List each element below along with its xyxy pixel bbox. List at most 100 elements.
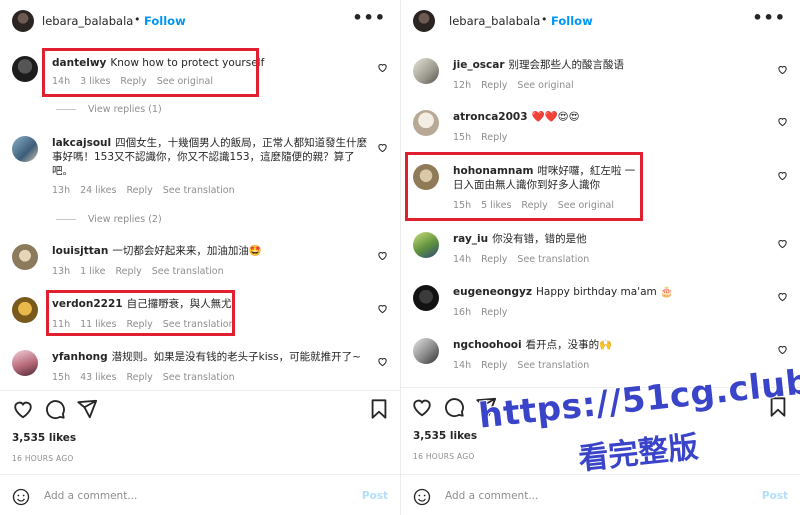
heart-icon[interactable] <box>777 291 788 302</box>
see-translation-link[interactable]: See translation <box>163 185 235 196</box>
comment-text: 看开点，没事的🙌 <box>525 339 613 351</box>
reply-button[interactable]: Reply <box>126 185 152 196</box>
commenter-avatar[interactable] <box>12 244 38 270</box>
reply-button[interactable]: Reply <box>481 254 507 265</box>
add-comment-row: Add a comment... Post <box>0 482 400 512</box>
add-comment-input[interactable]: Add a comment... <box>44 490 137 502</box>
separator-dot: • <box>541 13 548 26</box>
commenter-avatar[interactable] <box>413 338 439 364</box>
reply-button[interactable]: Reply <box>126 372 152 383</box>
heart-icon[interactable] <box>377 142 388 153</box>
view-replies-link[interactable]: View replies (2) <box>56 214 162 225</box>
comment-meta: 14h Reply See translation <box>453 360 599 371</box>
reply-button[interactable]: Reply <box>481 80 507 91</box>
see-translation-link[interactable]: See translation <box>163 372 235 383</box>
likes-count[interactable]: 3,535 likes <box>413 430 477 442</box>
follow-button[interactable]: Follow <box>144 14 186 28</box>
heart-icon[interactable] <box>777 170 788 181</box>
comment-body: jie_oscar 别理会那些人的酸言酸语 <box>453 58 770 72</box>
author-username[interactable]: lebara_balabala <box>42 14 133 28</box>
commenter-username[interactable]: lakcajsoul <box>52 137 111 149</box>
heart-icon[interactable] <box>377 303 388 314</box>
view-replies-link[interactable]: View replies (1) <box>56 104 162 115</box>
comment-body: yfanhong 潜规则。如果是没有钱的老头子kiss，可能就推开了~ <box>52 350 370 364</box>
commenter-avatar[interactable] <box>413 58 439 84</box>
heart-icon[interactable] <box>777 64 788 75</box>
commenter-avatar[interactable] <box>12 297 38 323</box>
reply-button[interactable]: Reply <box>481 360 507 371</box>
comment-text: 一切都会好起来来，加油加油🤩 <box>112 245 262 257</box>
comment-text: ❤️❤️😍😍 <box>531 111 580 123</box>
heart-icon[interactable] <box>377 250 388 261</box>
comment-meta: 15h Reply <box>453 132 517 143</box>
heart-icon[interactable] <box>377 62 388 73</box>
like-heart-icon[interactable] <box>411 396 433 418</box>
heart-icon[interactable] <box>777 116 788 127</box>
add-comment-input[interactable]: Add a comment... <box>445 490 538 502</box>
commenter-avatar[interactable] <box>12 136 38 162</box>
commenter-username[interactable]: atronca2003 <box>453 111 528 123</box>
add-comment-row: Add a comment... Post <box>401 482 800 512</box>
emoji-icon[interactable] <box>12 488 30 506</box>
commenter-avatar[interactable] <box>12 56 38 82</box>
commenter-avatar[interactable] <box>413 110 439 136</box>
post-button[interactable]: Post <box>762 490 788 502</box>
comment-time: 14h <box>453 360 472 371</box>
post-age: 16 HOURS AGO <box>12 454 74 463</box>
post-button[interactable]: Post <box>362 490 388 502</box>
comment-likes[interactable]: 24 likes <box>80 185 116 196</box>
comment-likes[interactable]: 1 like <box>80 266 105 277</box>
reply-button[interactable]: Reply <box>481 307 507 318</box>
view-replies-label: View replies (1) <box>88 104 162 115</box>
separator-dot: • <box>134 13 141 26</box>
comment-meta: 14h Reply See translation <box>453 254 599 265</box>
reply-button[interactable]: Reply <box>481 132 507 143</box>
more-options-icon[interactable]: ••• <box>752 8 786 27</box>
share-icon[interactable] <box>76 398 98 420</box>
comment-icon[interactable] <box>443 396 465 418</box>
heart-icon[interactable] <box>377 356 388 367</box>
commenter-username[interactable]: yfanhong <box>52 351 108 363</box>
more-options-icon[interactable]: ••• <box>352 8 386 27</box>
heart-icon[interactable] <box>777 238 788 249</box>
comment-icon[interactable] <box>44 398 66 420</box>
post-age: 16 HOURS AGO <box>413 452 475 461</box>
see-translation-link[interactable]: See translation <box>517 254 589 265</box>
commenter-username[interactable]: eugeneongyz <box>453 286 532 298</box>
highlight-box <box>405 152 643 221</box>
post-panel-left: lebara_balabala • Follow ••• dantelwy Kno… <box>0 0 400 515</box>
commenter-username[interactable]: jie_oscar <box>453 59 505 71</box>
like-heart-icon[interactable] <box>12 398 34 420</box>
heart-icon[interactable] <box>777 344 788 355</box>
commenter-avatar[interactable] <box>413 285 439 311</box>
author-username[interactable]: lebara_balabala <box>449 14 540 28</box>
comment-body: eugeneongyz Happy birthday ma'am 🎂 <box>453 285 770 299</box>
commenter-avatar[interactable] <box>12 350 38 376</box>
commenter-username[interactable]: louisjttan <box>52 245 108 257</box>
comment-likes[interactable]: 43 likes <box>80 372 116 383</box>
comment-meta: 16h Reply <box>453 307 517 318</box>
reply-button[interactable]: Reply <box>115 266 141 277</box>
commenter-avatar[interactable] <box>413 232 439 258</box>
comment-body: ray_iu 你没有错，错的是他 <box>453 232 770 246</box>
highlight-box <box>42 48 259 97</box>
view-replies-label: View replies (2) <box>88 214 162 225</box>
divider <box>0 390 400 391</box>
see-translation-link[interactable]: See translation <box>517 360 589 371</box>
see-translation-link[interactable]: See translation <box>152 266 224 277</box>
comment-text: 你没有错，错的是他 <box>492 233 587 245</box>
comment-time: 14h <box>453 254 472 265</box>
comment-time: 13h <box>52 185 71 196</box>
comment-meta: 12h Reply See original <box>453 80 584 91</box>
likes-count[interactable]: 3,535 likes <box>12 432 76 444</box>
emoji-icon[interactable] <box>413 488 431 506</box>
see-original-link[interactable]: See original <box>517 80 573 91</box>
commenter-username[interactable]: ngchoohooi <box>453 339 522 351</box>
bookmark-icon[interactable] <box>368 398 390 420</box>
author-avatar[interactable] <box>12 10 34 32</box>
author-avatar[interactable] <box>413 10 435 32</box>
commenter-username[interactable]: ray_iu <box>453 233 488 245</box>
divider <box>0 474 400 475</box>
follow-button[interactable]: Follow <box>551 14 593 28</box>
comment-time: 12h <box>453 80 472 91</box>
